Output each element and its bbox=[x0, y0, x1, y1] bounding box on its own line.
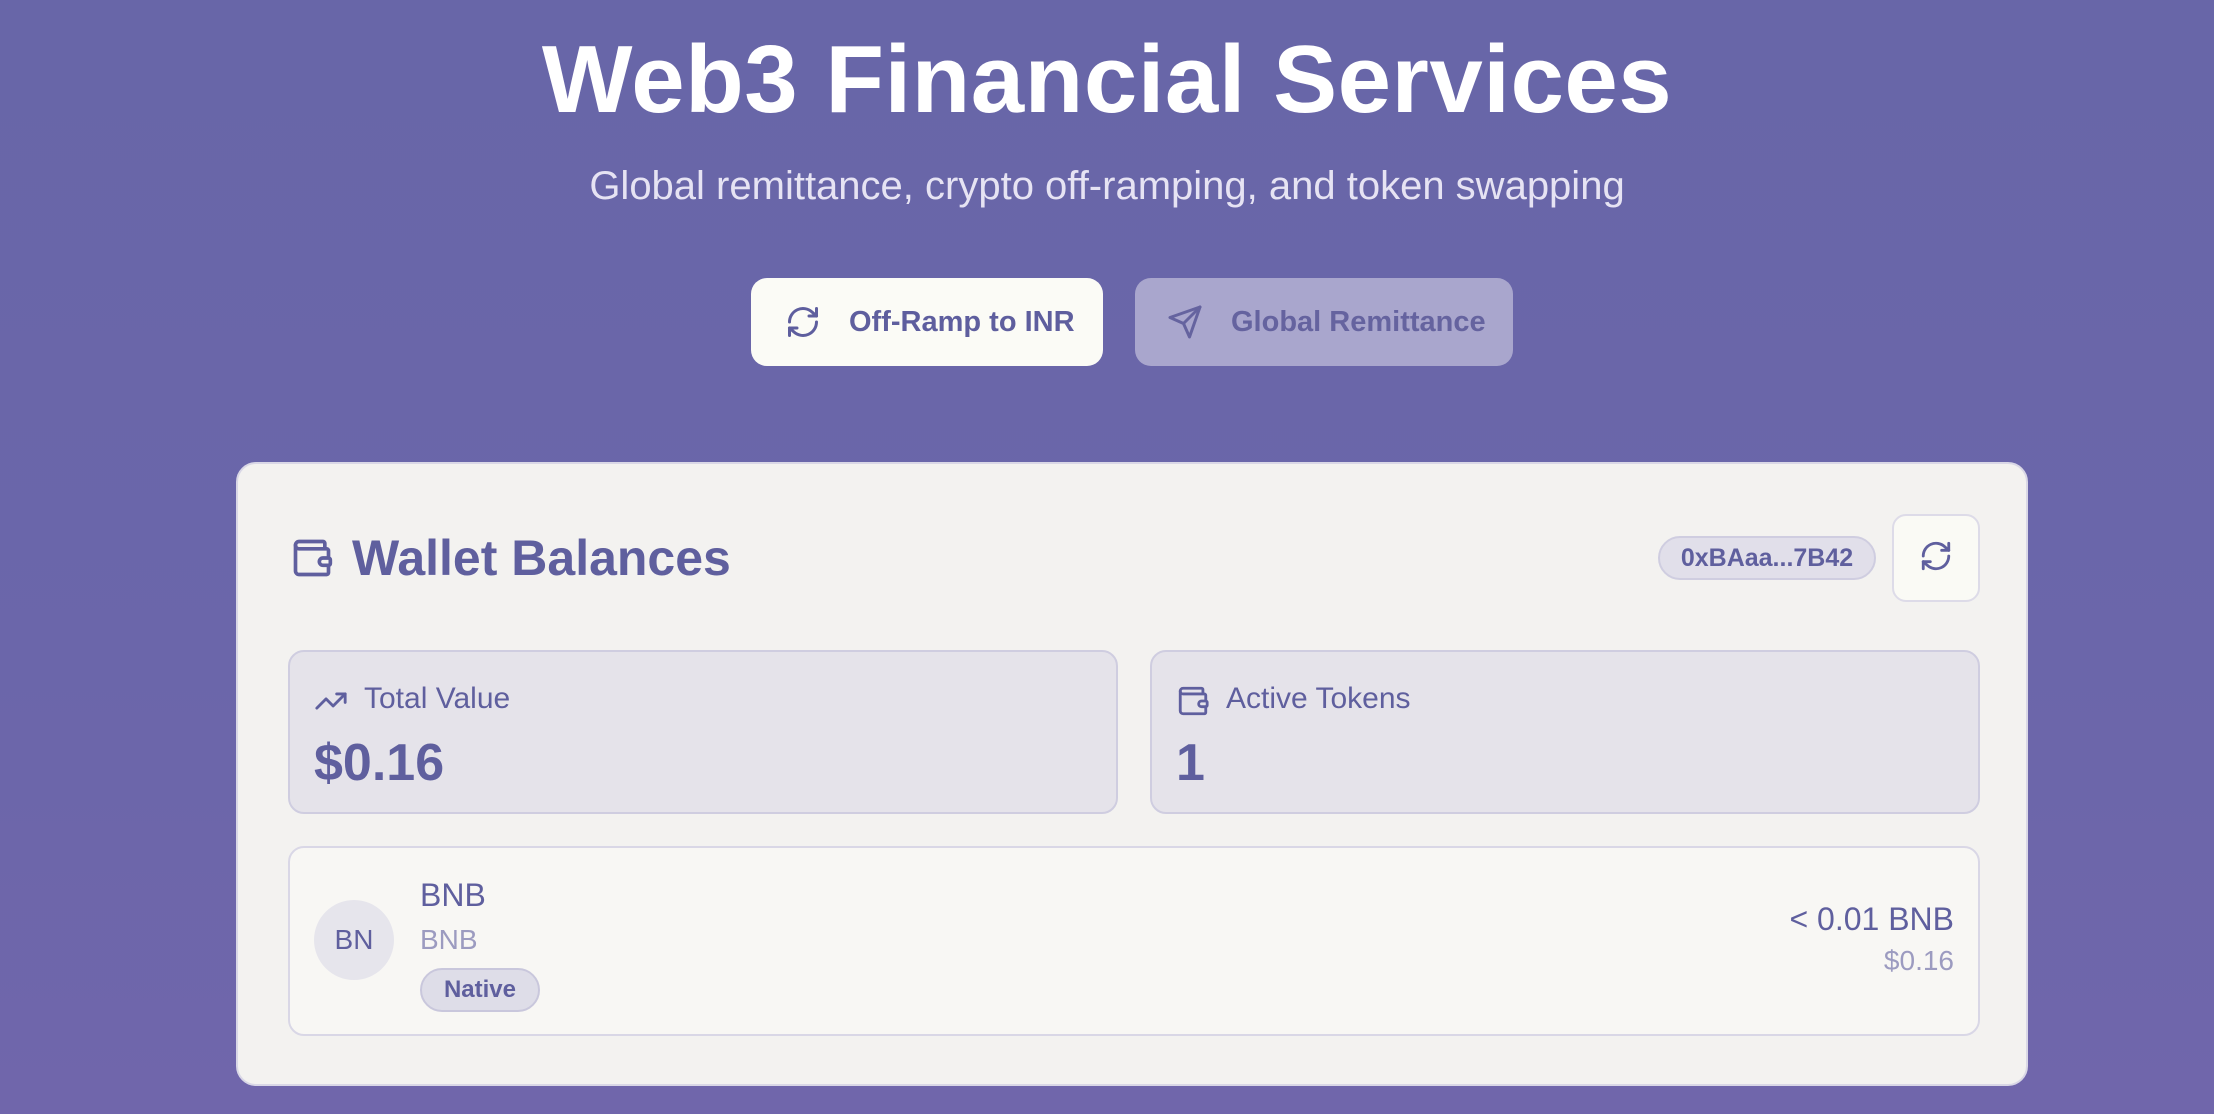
token-avatar: BN bbox=[314, 900, 394, 980]
wallet-address-badge: 0xBAaa...7B42 bbox=[1658, 536, 1876, 580]
wallet-icon bbox=[290, 536, 334, 580]
global-remittance-label: Global Remittance bbox=[1231, 305, 1486, 338]
active-tokens-label: Active Tokens bbox=[1226, 682, 1411, 715]
token-symbol: BNB bbox=[420, 924, 478, 955]
trending-up-icon bbox=[314, 684, 348, 718]
active-tokens-count: 1 bbox=[1176, 734, 1205, 792]
native-badge: Native bbox=[420, 968, 540, 1012]
page-subtitle: Global remittance, crypto off-ramping, a… bbox=[589, 164, 1625, 208]
off-ramp-label: Off-Ramp to INR bbox=[849, 305, 1075, 338]
refresh-icon bbox=[785, 304, 821, 340]
active-tokens-stat: Active Tokens 1 bbox=[1150, 650, 1980, 814]
token-name: BNB bbox=[420, 877, 486, 913]
wallet-balances-title: Wallet Balances bbox=[352, 530, 731, 586]
token-usd-value: $0.16 bbox=[1883, 945, 1954, 976]
off-ramp-button[interactable]: Off-Ramp to INR bbox=[751, 278, 1103, 366]
page-title: Web3 Financial Services bbox=[541, 26, 1673, 133]
global-remittance-button[interactable]: Global Remittance bbox=[1135, 278, 1513, 366]
total-value-stat: Total Value $0.16 bbox=[288, 650, 1118, 814]
wallet-icon bbox=[1176, 684, 1210, 718]
token-amount: < 0.01 BNB bbox=[1789, 901, 1954, 937]
total-value-amount: $0.16 bbox=[314, 734, 445, 792]
token-row[interactable]: BN BNB BNB Native < 0.01 BNB $0.16 bbox=[288, 846, 1980, 1036]
refresh-balances-button[interactable] bbox=[1892, 514, 1980, 602]
refresh-icon bbox=[1919, 539, 1953, 578]
send-icon bbox=[1167, 304, 1203, 340]
wallet-balances-card: Wallet Balances 0xBAaa...7B42 Total Valu… bbox=[236, 462, 2028, 1086]
total-value-label: Total Value bbox=[364, 682, 511, 715]
